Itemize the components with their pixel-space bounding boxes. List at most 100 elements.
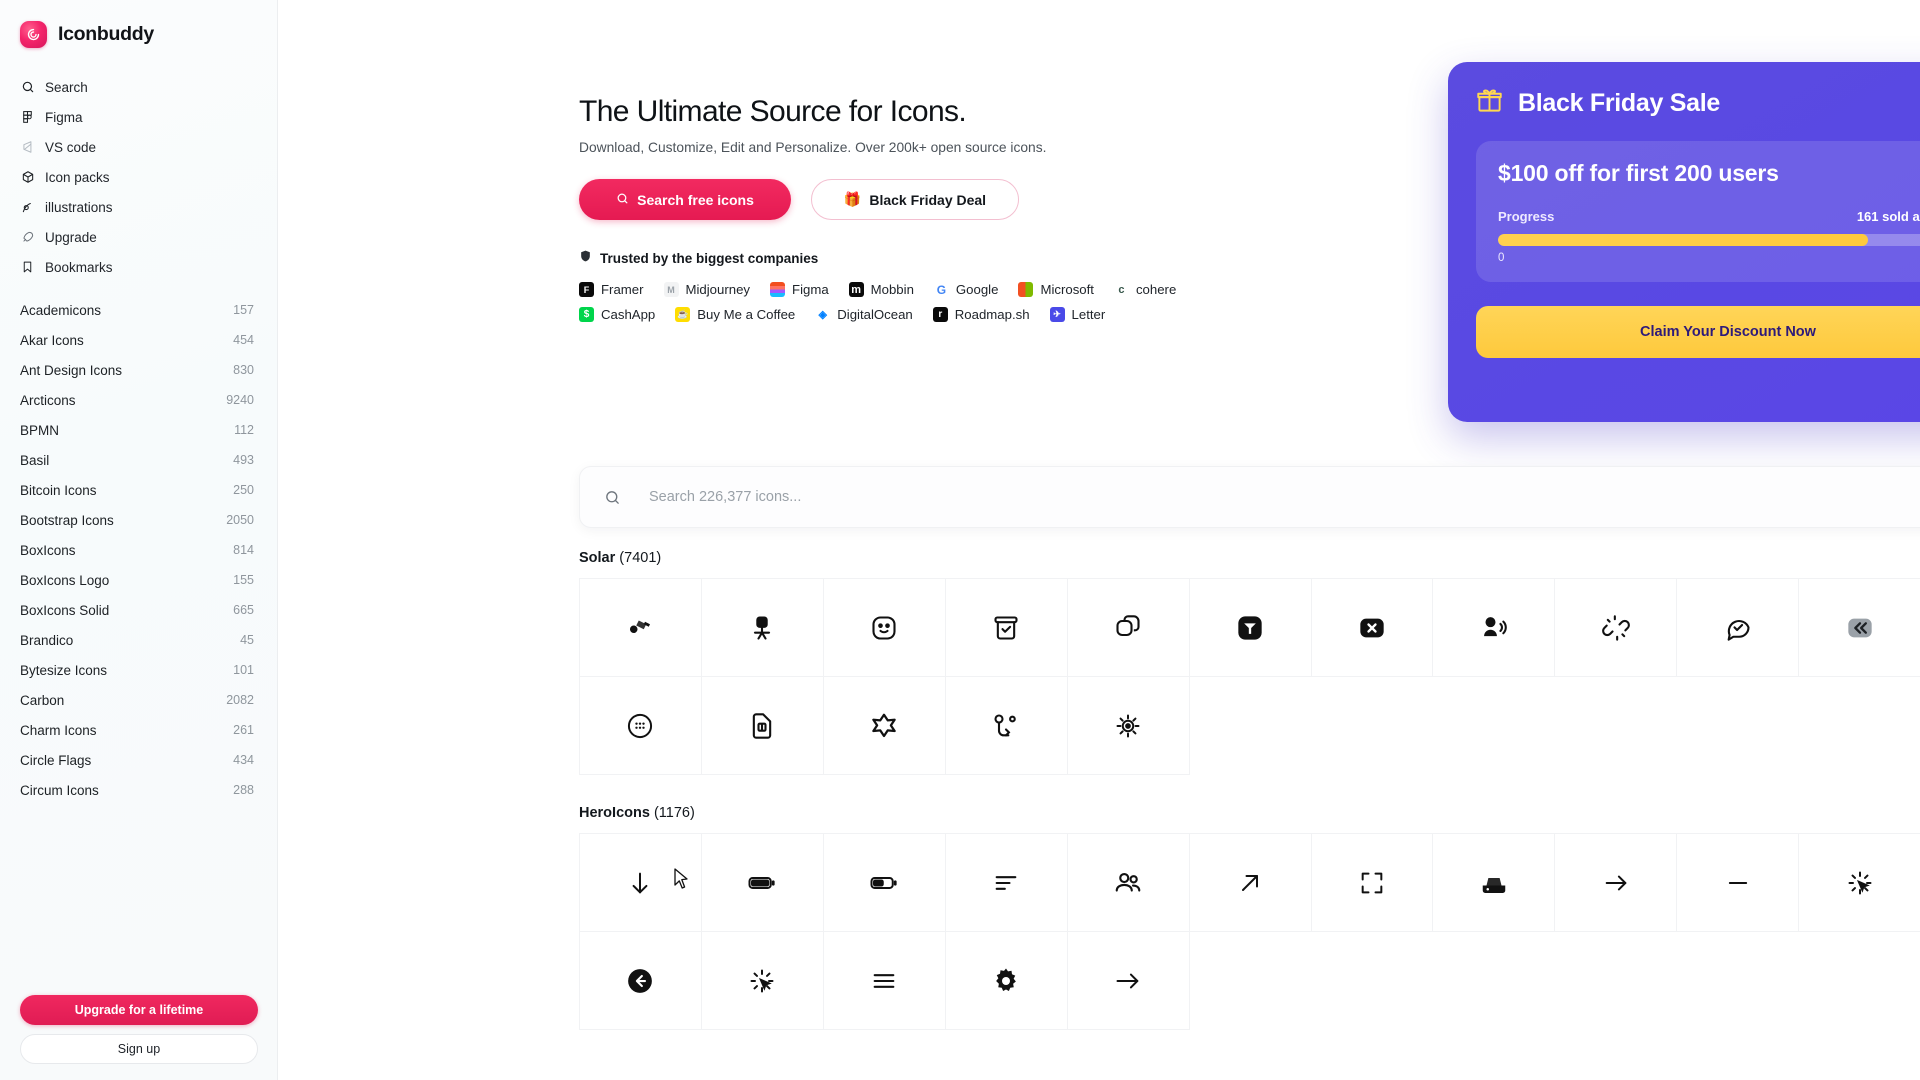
icon-cell-bars-3[interactable]	[823, 932, 946, 1030]
section-name: HeroIcons	[579, 805, 650, 821]
company-chip[interactable]: Figma	[770, 282, 829, 297]
pack-item[interactable]: Carbon 2082	[0, 685, 277, 715]
gift-icon	[1476, 87, 1503, 119]
icon-cell-server[interactable]	[1433, 834, 1556, 932]
icon-cell-close-square[interactable]	[1311, 579, 1434, 677]
sidebar-item-upgrade[interactable]: Upgrade	[0, 222, 277, 252]
grid-filler	[1433, 677, 1555, 775]
grid-filler	[1190, 677, 1312, 775]
company-name: Figma	[792, 282, 829, 297]
icon-cell-cog[interactable]	[945, 932, 1068, 1030]
pack-item[interactable]: Brandico 45	[0, 625, 277, 655]
company-chip[interactable]: r Roadmap.sh	[932, 307, 1030, 322]
icon-cell-chat-check[interactable]	[1677, 579, 1800, 677]
icon-cell-arrow-right[interactable]	[1555, 834, 1678, 932]
iconbuddy-logo-icon	[20, 21, 47, 48]
icon-cell-dotted-circle[interactable]	[580, 677, 702, 775]
pack-item[interactable]: BoxIcons 814	[0, 535, 277, 565]
icon-cell-smile-square[interactable]	[823, 579, 946, 677]
pack-count: 2050	[226, 513, 254, 527]
pack-item[interactable]: Charm Icons 261	[0, 715, 277, 745]
company-chip[interactable]: ☕ Buy Me a Coffee	[675, 307, 795, 322]
upgrade-lifetime-button[interactable]: Upgrade for a lifetime	[20, 995, 258, 1025]
icon-cell-tripod[interactable]	[1189, 579, 1312, 677]
pack-item[interactable]: Akar Icons 454	[0, 325, 277, 355]
search-free-icons-button[interactable]: Search free icons	[579, 179, 791, 220]
pack-label: Bitcoin Icons	[20, 482, 97, 498]
icon-search-bar[interactable]: Powered by Algolia	[579, 466, 1920, 528]
digitalocean-icon: ◈	[815, 307, 831, 322]
company-chip[interactable]: F Framer	[579, 282, 644, 297]
pack-item[interactable]: Bootstrap Icons 2050	[0, 505, 277, 535]
icon-cell-battery-full[interactable]	[701, 834, 824, 932]
claim-discount-button[interactable]: Claim Your Discount Now	[1476, 306, 1920, 358]
sidebar-item-bookmarks[interactable]: Bookmarks	[0, 252, 277, 282]
offer-text: $100 off for first 200 users	[1498, 160, 1779, 186]
pack-item[interactable]: Bytesize Icons 101	[0, 655, 277, 685]
signup-button[interactable]: Sign up	[20, 1034, 258, 1064]
company-chip[interactable]: $ CashApp	[579, 307, 655, 322]
icon-cell-copy[interactable]	[1067, 579, 1190, 677]
icon-cell-bars-3-left[interactable]	[945, 834, 1068, 932]
sidebar-footer: Upgrade for a lifetime Sign up	[0, 995, 278, 1064]
pack-label: Circle Flags	[20, 752, 92, 768]
scale-min: 0	[1498, 252, 1505, 264]
icon-cell-cursor-sparkle[interactable]	[701, 932, 824, 1030]
company-chip[interactable]: G Google	[933, 282, 998, 297]
search-icon	[20, 80, 35, 95]
icon-cell-double-arrow-left[interactable]	[1799, 579, 1920, 677]
icon-cell-arrow-down[interactable]	[580, 834, 702, 932]
sidebar-item-illustrations[interactable]: illustrations	[0, 192, 277, 222]
icon-cell-arrow-right-long[interactable]	[1067, 932, 1190, 1030]
sidebar-item-icon-packs[interactable]: Icon packs	[0, 162, 277, 192]
sidebar-item-figma[interactable]: Figma	[0, 102, 277, 132]
brand-name: Iconbuddy	[58, 23, 154, 45]
icon-cell-file-card[interactable]	[701, 677, 824, 775]
company-chip[interactable]: c cohere	[1113, 282, 1176, 297]
icon-cell-user-speak[interactable]	[1433, 579, 1556, 677]
pack-item[interactable]: Circle Flags 434	[0, 745, 277, 775]
pack-item[interactable]: Arcticons 9240	[0, 385, 277, 415]
icon-cell-hand-shake[interactable]	[580, 579, 702, 677]
icon-cell-arrow-up-right[interactable]	[1189, 834, 1312, 932]
company-chip[interactable]: ✈ Letter	[1049, 307, 1105, 322]
icon-grid-solar	[579, 578, 1920, 775]
company-chip[interactable]: M Midjourney	[663, 282, 750, 297]
black-friday-header: Black Friday Sale	[1476, 87, 1920, 119]
sidebar-item-label: Figma	[45, 109, 83, 125]
icon-cell-link-broken[interactable]	[1555, 579, 1678, 677]
section-header-heroicons: HeroIcons (1176)	[579, 805, 1920, 821]
pack-item[interactable]: Basil 493	[0, 445, 277, 475]
black-friday-title: Black Friday Sale	[1518, 88, 1720, 117]
search-input[interactable]	[649, 489, 1920, 505]
icon-cell-minus[interactable]	[1677, 834, 1800, 932]
icon-cell-cursor-click[interactable]	[1799, 834, 1920, 932]
pack-count: 814	[233, 543, 254, 557]
icon-cell-scan-target[interactable]	[1067, 677, 1190, 775]
pack-label: BoxIcons	[20, 542, 76, 558]
sidebar-item-vscode[interactable]: VS code	[0, 132, 277, 162]
pack-item[interactable]: Ant Design Icons 830	[0, 355, 277, 385]
icon-cell-office-chair[interactable]	[701, 579, 824, 677]
pack-item[interactable]: Bitcoin Icons 250	[0, 475, 277, 505]
icon-cell-battery-half[interactable]	[823, 834, 946, 932]
icon-cell-route[interactable]	[945, 677, 1068, 775]
pack-item[interactable]: Academicons 157	[0, 295, 277, 325]
pack-label: Academicons	[20, 302, 102, 318]
company-chip[interactable]: ◈ DigitalOcean	[815, 307, 913, 322]
company-chip[interactable]: Microsoft	[1018, 282, 1094, 297]
icon-cell-users[interactable]	[1067, 834, 1190, 932]
black-friday-deal-button[interactable]: 🎁 Black Friday Deal	[811, 179, 1019, 220]
icon-cell-arrow-left-circle[interactable]	[580, 932, 702, 1030]
pack-item[interactable]: BPMN 112	[0, 415, 277, 445]
pack-item[interactable]: Circum Icons 288	[0, 775, 277, 805]
pack-item[interactable]: BoxIcons Logo 155	[0, 565, 277, 595]
icon-cell-star-burst[interactable]	[823, 677, 946, 775]
company-chip[interactable]: m Mobbin	[848, 282, 914, 297]
icon-cell-archive-check[interactable]	[945, 579, 1068, 677]
brand[interactable]: Iconbuddy	[0, 0, 277, 48]
icon-cell-arrows-expand[interactable]	[1311, 834, 1434, 932]
pack-item[interactable]: BoxIcons Solid 665	[0, 595, 277, 625]
sidebar-item-search[interactable]: Search	[0, 72, 277, 102]
framer-icon: F	[579, 282, 594, 297]
